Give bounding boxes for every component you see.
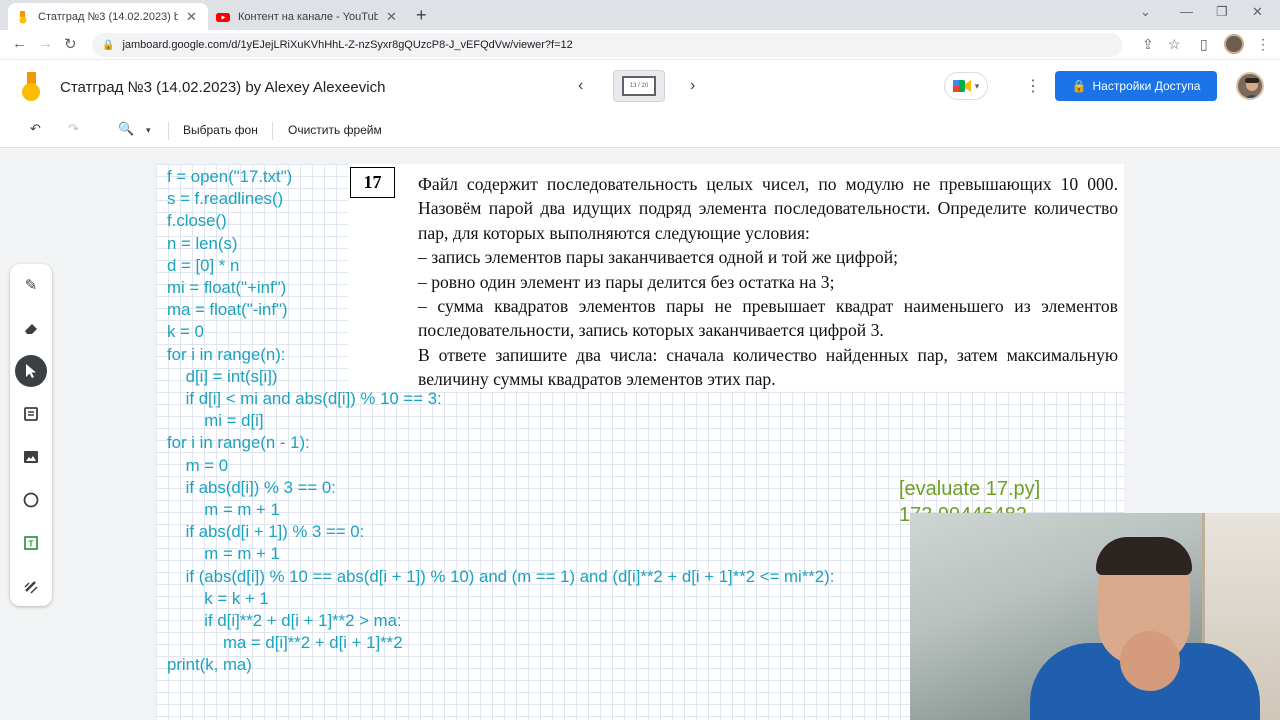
code-line: ma = float("-inf") [167,300,288,320]
lock-icon: 🔒 [102,39,115,51]
code-line: m = 0 [167,455,229,475]
sticky-note-icon[interactable] [15,398,47,430]
close-icon[interactable]: ✕ [186,9,197,25]
lock-icon: 🔒 [1071,79,1087,93]
toolbar-divider [168,122,169,140]
previous-frame-icon[interactable]: ‹ [578,77,583,95]
select-icon[interactable] [15,355,47,387]
tab-title: Статград №3 (14.02.2023) by Ale... [38,10,178,23]
tools-sidebar: ✎ T [10,264,52,606]
close-window-icon[interactable]: ✕ [1252,4,1263,20]
zoom-dropdown-icon[interactable]: ▾ [146,125,151,136]
code-line: if abs(d[i]) % 3 == 0: [167,477,336,497]
tab-title: Контент на канале - YouTube St... [238,10,378,23]
code-line: k = k + 1 [167,588,269,608]
restore-icon[interactable]: ❐ [1216,4,1228,20]
set-background-button[interactable]: Выбрать фон [183,123,258,137]
meet-button[interactable]: ▾ [944,72,988,100]
address-bar: ← → ↻ 🔒 jamboard.google.com/d/1yEJejLRiX… [0,30,1280,60]
user-avatar[interactable] [1236,72,1264,100]
document-title[interactable]: Статград №3 (14.02.2023) by Alexey Alexe… [60,79,385,96]
code-line: f.close() [167,211,227,231]
jamboard-icon [19,10,27,23]
tab-jamboard[interactable]: Статград №3 (14.02.2023) by Ale... ✕ [8,3,208,30]
share-page-icon[interactable]: ⇪ [1142,36,1154,53]
minimize-icon[interactable]: — [1180,4,1193,19]
code-line: mi = d[i] [167,411,264,431]
new-tab-icon[interactable]: + [416,5,427,26]
laser-icon[interactable] [15,570,47,602]
undo-icon[interactable]: ↶ [30,121,41,137]
code-line: if (abs(d[i]) % 10 == abs(d[i + 1]) % 10… [167,566,835,586]
tab-youtube[interactable]: Контент на канале - YouTube St... ✕ [208,3,408,30]
url-field[interactable]: 🔒 jamboard.google.com/d/1yEJejLRiXuKVhHh… [92,33,1122,57]
share-button-label: Настройки Доступа [1092,79,1201,93]
code-line: m = m + 1 [167,500,280,520]
dropdown-caret-icon: ▾ [974,80,980,91]
code-line: d = [0] * n [167,255,240,275]
reload-icon[interactable]: ↻ [64,35,77,53]
app-header: Статград №3 (14.02.2023) by Alexey Alexe… [0,60,1280,114]
browser-tab-bar: Статград №3 (14.02.2023) by Ale... ✕ Кон… [0,0,1280,30]
handwritten-code: f = open("17.txt") s = f.readlines() f.clo… [167,166,834,677]
code-line: m = m + 1 [167,544,280,564]
code-line: for i in range(n): [167,344,286,364]
code-line: n = len(s) [167,233,238,253]
chevron-down-icon[interactable]: ⌄ [1140,4,1151,20]
webcam-overlay [910,513,1280,720]
text-box-icon[interactable]: T [15,527,47,559]
evaluate-label: [evaluate 17.py] [899,478,1041,500]
code-line: d[i] = int(s[i]) [167,366,278,386]
person-hair [1096,537,1192,575]
zoom-icon[interactable]: 🔍 [118,121,134,137]
code-line: if abs(d[i + 1]) % 3 == 0: [167,522,365,542]
code-line: for i in range(n - 1): [167,433,310,453]
redo-icon[interactable]: ↷ [68,121,79,137]
more-options-icon[interactable]: ⋮ [1025,76,1041,96]
share-settings-button[interactable]: 🔒 Настройки Доступа [1055,71,1217,101]
code-line: ma = d[i]**2 + d[i + 1]**2 [167,633,403,653]
close-icon[interactable]: ✕ [386,9,397,25]
bookmark-star-icon[interactable]: ☆ [1168,36,1181,53]
toolbar-divider [272,122,273,140]
code-line: if d[i]**2 + d[i + 1]**2 > ma: [167,611,402,631]
pen-icon[interactable]: ✎ [15,269,47,301]
code-line: k = 0 [167,322,204,342]
code-line: f = open("17.txt") [167,167,293,186]
frame-selector[interactable]: 13 / 20 [613,70,665,102]
next-frame-icon[interactable]: › [690,77,695,95]
frame-indicator: 13 / 20 [622,76,656,96]
meet-icon [952,80,971,92]
forward-icon[interactable]: → [38,35,53,52]
svg-text:T: T [29,540,34,549]
clear-frame-button[interactable]: Очистить фрейм [288,123,382,137]
back-icon[interactable]: ← [12,35,27,52]
person-hand [1120,631,1180,691]
code-line: print(k, ma) [167,655,252,675]
side-panel-icon[interactable]: ▯ [1200,36,1208,53]
browser-menu-icon[interactable]: ⋮ [1256,36,1270,53]
toolbar: ↶ ↷ 🔍 ▾ Выбрать фон Очистить фрейм [0,114,1280,148]
circle-icon[interactable] [15,484,47,516]
code-line: if d[i] < mi and abs(d[i]) % 10 == 3: [167,389,442,409]
jamboard-logo [22,72,40,101]
code-line: mi = float("+inf") [167,278,287,298]
profile-avatar[interactable] [1224,34,1244,54]
image-icon[interactable] [15,441,47,473]
eraser-icon[interactable] [15,312,47,344]
youtube-icon [216,12,230,22]
code-line: s = f.readlines() [167,189,284,209]
url-text: jamboard.google.com/d/1yEJejLRiXuKVhHhL-… [122,39,573,51]
